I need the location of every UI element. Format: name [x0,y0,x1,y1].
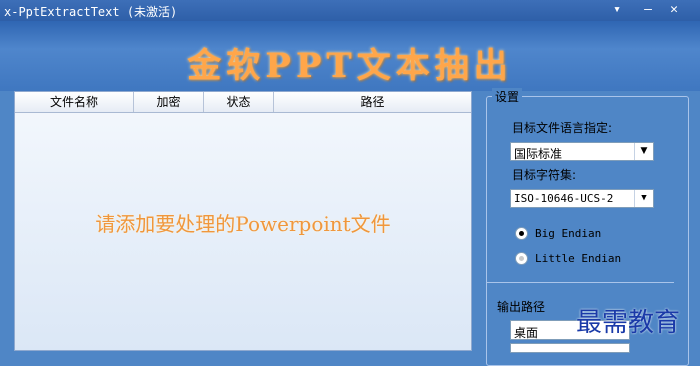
charset-value: ISO-10646-UCS-2 [514,192,614,205]
settings-legend: 设置 [492,88,523,105]
app-title: 金软PPT文本抽出 [187,46,513,86]
big-endian-label[interactable]: Big Endian [535,227,601,240]
settings-divider [486,282,674,283]
radio-selected-dot [519,231,524,236]
target-language-value: 国际标准 [514,147,563,161]
column-header-status[interactable]: 状态 [204,92,274,112]
title-bar: x-PptExtractText (未激活) ▾ — ✕ [0,0,700,21]
window-menu-button[interactable]: ▾ [607,3,627,18]
minimize-button[interactable]: — [638,3,658,18]
column-header-encryption[interactable]: 加密 [134,92,204,112]
charset-select[interactable]: ISO-10646-UCS-2 ▼ [510,189,654,208]
charset-label: 目标字符集: [512,168,577,182]
target-language-label: 目标文件语言指定: [512,121,613,135]
output-path-label: 输出路径 [497,300,546,314]
empty-list-hint: 请添加要处理的Powerpoint文件 [95,212,391,236]
watermark-logo: 最需教育 [576,308,681,338]
big-endian-radio[interactable] [515,227,528,240]
dropdown-arrow-icon[interactable]: ▼ [634,143,653,160]
little-endian-label[interactable]: Little Endian [535,252,621,265]
column-header-path[interactable]: 路径 [274,92,471,112]
little-endian-radio[interactable] [515,252,528,265]
output-path-second-field[interactable] [510,343,630,353]
header-banner: 金软PPT文本抽出 [0,21,700,91]
dropdown-arrow-icon[interactable]: ▼ [634,190,653,207]
radio-dot [519,256,524,261]
target-language-select[interactable]: 国际标准 ▼ [510,142,654,161]
window-title: x-PptExtractText (未激活) [4,5,178,19]
file-list-header: 文件名称 加密 状态 路径 [15,92,471,113]
close-button[interactable]: ✕ [664,3,684,18]
file-list-panel[interactable]: 文件名称 加密 状态 路径 请添加要处理的Powerpoint文件 [14,91,472,351]
output-path-value: 桌面 [514,326,539,340]
column-header-filename[interactable]: 文件名称 [15,92,134,112]
